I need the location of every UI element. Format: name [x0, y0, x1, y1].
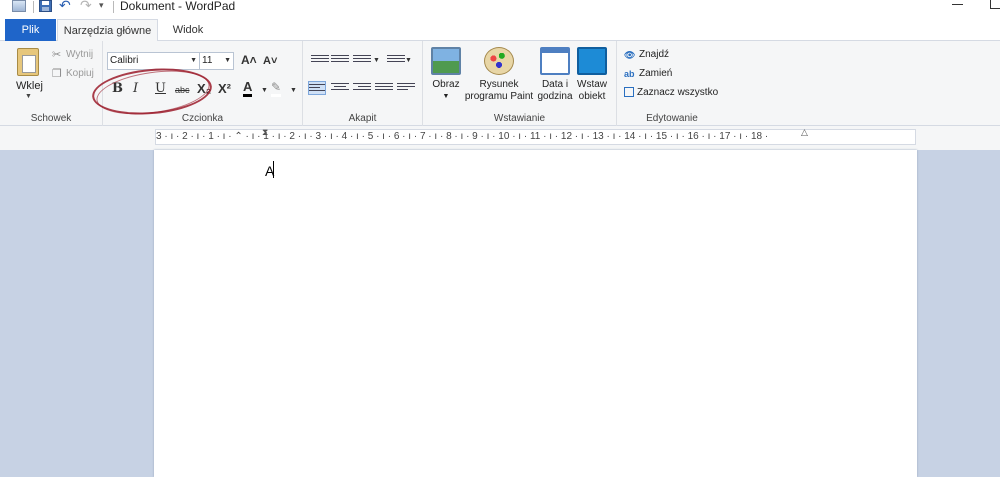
font-family-value: Calibri: [110, 55, 139, 66]
copy-button[interactable]: Kopiuj: [66, 68, 94, 79]
object-icon: [577, 47, 607, 75]
paste-button[interactable]: Wklej: [16, 80, 43, 92]
text-caret: [273, 161, 274, 178]
paint-palette-icon: [484, 47, 514, 75]
replace-icon: ab: [624, 69, 635, 80]
insert-group: Obraz ▼ Rysunek programu Paint Data i go…: [423, 41, 617, 126]
find-label: Znajdź: [639, 49, 670, 60]
date-label-line1: Data i: [541, 79, 569, 90]
grow-font-button[interactable]: A˄: [241, 53, 257, 67]
chevron-down-icon[interactable]: ▼: [190, 53, 197, 69]
replace-label: Zamień: [639, 68, 673, 79]
line-spacing-dropdown-icon[interactable]: ▼: [405, 57, 412, 64]
paragraph-settings-icon[interactable]: [397, 81, 415, 95]
scissors-icon[interactable]: ✂: [52, 48, 61, 61]
align-right-icon[interactable]: [353, 81, 371, 95]
align-center-icon[interactable]: [331, 81, 349, 95]
font-group-label: Czcionka: [181, 113, 224, 124]
insert-object-button[interactable]: Wstaw obiekt: [575, 47, 609, 103]
clipboard-group: Wklej ▼ ✂ Wytnij ❐ Kopiuj Schowek: [0, 41, 103, 126]
minimize-icon[interactable]: [952, 4, 963, 5]
customize-qat-button[interactable]: ▾: [99, 0, 104, 11]
paragraph-group-label: Akapit: [348, 113, 377, 124]
font-family-select[interactable]: Calibri ▼: [107, 52, 200, 70]
date-label-line2: godzina: [537, 91, 573, 102]
calendar-icon: [540, 47, 570, 75]
text-color-button[interactable]: A: [243, 80, 253, 97]
tab-home[interactable]: Narzędzia główne: [57, 19, 158, 42]
qat-separator: [33, 1, 34, 13]
copy-icon[interactable]: ❐: [52, 67, 62, 80]
redo-icon[interactable]: ↷: [80, 0, 92, 12]
picture-label: Obraz: [432, 79, 460, 90]
window-title: Dokument - WordPad: [120, 0, 236, 13]
date-time-button[interactable]: Data i godzina: [535, 47, 575, 103]
align-left-icon[interactable]: [308, 81, 326, 95]
tab-file[interactable]: Plik: [5, 19, 56, 41]
select-all-button[interactable]: Zaznacz wszystko: [624, 86, 718, 100]
title-bar: ↶ ↷ ▾ Dokument - WordPad: [0, 0, 1000, 19]
select-all-icon: [624, 87, 634, 98]
picture-dropdown-icon[interactable]: ▼: [428, 91, 464, 103]
line-spacing-icon[interactable]: [387, 53, 405, 67]
paint-drawing-button[interactable]: Rysunek programu Paint: [463, 47, 535, 103]
right-indent-marker-icon[interactable]: △: [801, 127, 808, 138]
insert-group-label: Wstawianie: [493, 113, 546, 124]
chevron-down-icon[interactable]: ▼: [224, 53, 231, 69]
decrease-indent-icon[interactable]: [311, 53, 329, 67]
tab-view[interactable]: Widok: [162, 19, 214, 41]
paint-label-line2: programu Paint: [464, 91, 534, 102]
binoculars-icon: 👁: [624, 50, 636, 61]
paint-label-line1: Rysunek: [479, 79, 519, 90]
ribbon-tabs: Plik Narzędzia główne Widok: [0, 19, 1000, 42]
highlight-dropdown-icon[interactable]: ▼: [290, 87, 297, 94]
object-label-line2: obiekt: [578, 91, 606, 102]
text-color-dropdown-icon[interactable]: ▼: [261, 87, 268, 94]
document-page[interactable]: [154, 150, 917, 477]
ribbon: Wklej ▼ ✂ Wytnij ❐ Kopiuj Schowek Calibr…: [0, 41, 1000, 126]
clipboard-group-label: Schowek: [30, 113, 72, 124]
bullet-dropdown-icon[interactable]: ▼: [373, 57, 380, 64]
editing-group: 👁 Znajdź ab Zamień Zaznacz wszystko Edytow…: [617, 41, 727, 126]
bullet-list-icon[interactable]: [353, 53, 371, 67]
title-separator: [113, 1, 114, 13]
paragraph-group: ▼ ▼ Akapit: [303, 41, 423, 126]
select-all-label: Zaznacz wszystko: [637, 87, 719, 98]
picture-button[interactable]: Obraz ▼: [428, 47, 464, 103]
editing-group-label: Edytowanie: [646, 113, 698, 124]
justify-icon[interactable]: [375, 81, 393, 95]
ruler-scale: 3 · ı · 2 · ı · 1 · ı · ⌃ · ı · 1 · ı · …: [156, 131, 769, 142]
picture-icon: [431, 47, 461, 75]
paste-icon[interactable]: [17, 48, 39, 76]
find-button[interactable]: 👁 Znajdź: [624, 48, 669, 62]
replace-button[interactable]: ab Zamień: [624, 67, 672, 81]
cut-button[interactable]: Wytnij: [66, 49, 93, 60]
left-indent-marker-icon[interactable]: ⧗: [262, 127, 268, 138]
save-icon[interactable]: [39, 0, 52, 12]
shrink-font-button[interactable]: A˅: [263, 55, 277, 67]
font-size-value: 11: [202, 55, 213, 66]
font-size-select[interactable]: 11 ▼: [199, 52, 234, 70]
maximize-icon[interactable]: [990, 0, 1000, 9]
increase-indent-icon[interactable]: [331, 53, 349, 67]
wordpad-app-icon[interactable]: [12, 0, 26, 12]
paste-dropdown-icon[interactable]: ▼: [25, 93, 32, 100]
undo-icon[interactable]: ↶: [59, 0, 71, 12]
superscript-button[interactable]: X²: [218, 81, 231, 99]
object-label-line1: Wstaw: [577, 79, 607, 90]
highlight-pen-icon[interactable]: ✎: [271, 81, 282, 97]
